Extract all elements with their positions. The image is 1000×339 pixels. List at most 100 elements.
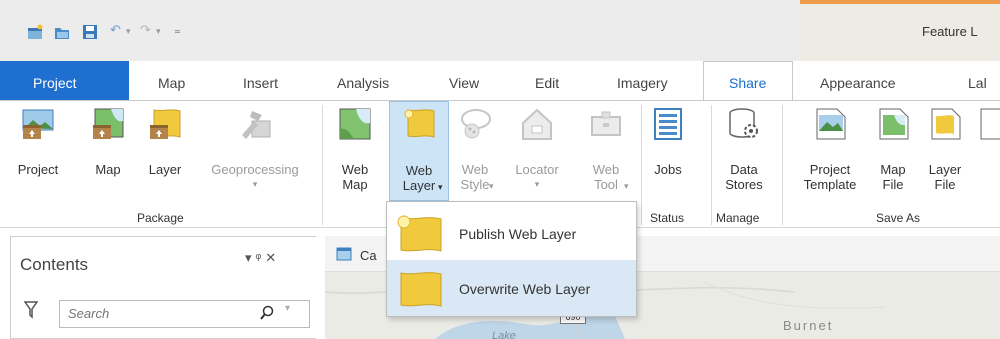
web-layer-label-1: Web	[405, 163, 433, 178]
layer-file-label-2: File	[934, 177, 956, 192]
web-layer-icon	[402, 107, 436, 144]
save-project-icon[interactable]	[82, 24, 98, 40]
save-as-more-button[interactable]	[978, 107, 1000, 147]
web-map-label-2: Map	[342, 177, 368, 192]
tab-map[interactable]: Map	[158, 75, 185, 91]
web-style-icon	[458, 107, 492, 144]
tab-project[interactable]: Project	[0, 61, 129, 100]
map-label-burnet: Burnet	[783, 318, 834, 333]
map-tab-label[interactable]: Ca	[360, 248, 377, 263]
web-map-button[interactable]: Web Map	[333, 107, 377, 192]
layer-label: Layer	[148, 162, 182, 177]
save-as-group-label: Save As	[876, 211, 921, 225]
layer-file-icon	[928, 107, 962, 144]
jobs-button[interactable]: Jobs	[646, 107, 690, 187]
web-style-label-1: Web	[461, 162, 489, 177]
geoprocessing-label: Geoprocessing	[211, 162, 299, 177]
tab-view[interactable]: View	[449, 75, 479, 91]
map-file-button[interactable]: Map File	[875, 107, 911, 192]
map-file-label-1: Map	[880, 162, 906, 177]
web-layer-dropdown-menu: Publish Web Layer Overwrite Web Layer	[386, 201, 637, 317]
customize-toolbar-icon[interactable]: ₌	[174, 22, 181, 38]
layer-package-icon	[148, 107, 182, 144]
web-tool-label-1: Web	[592, 162, 620, 177]
manage-group-label: Manage	[716, 211, 760, 225]
group-separator	[641, 105, 642, 225]
tab-share[interactable]: Share	[703, 61, 793, 101]
group-separator	[782, 105, 783, 225]
geoprocessing-dropdown-icon: ▾	[252, 179, 258, 189]
map-label: Map	[95, 162, 121, 177]
file-icon	[978, 107, 1000, 144]
contextual-tab-header: Feature L	[800, 0, 1000, 61]
locator-label: Locator	[515, 162, 559, 177]
title-bar: ↶ ▾ ↷ ▾ ₌ Feature L	[0, 0, 1000, 61]
new-project-icon[interactable]	[27, 24, 43, 40]
locator-icon	[520, 107, 554, 144]
search-field[interactable]: ▾	[59, 300, 310, 328]
package-layer-button[interactable]: Layer	[141, 107, 189, 187]
group-separator	[322, 105, 323, 225]
web-tool-dropdown-icon: ▾	[624, 181, 629, 191]
project-template-icon	[813, 107, 847, 144]
jobs-icon	[651, 107, 685, 144]
search-icon[interactable]	[259, 305, 275, 324]
contents-title: Contents	[20, 255, 89, 274]
map-file-label-2: File	[882, 177, 904, 192]
layer-file-button[interactable]: Layer File	[925, 107, 965, 192]
project-template-label-1: Project	[809, 162, 851, 177]
overwrite-web-layer-item[interactable]: Overwrite Web Layer	[387, 260, 636, 316]
search-input[interactable]	[68, 306, 238, 321]
search-dropdown-icon[interactable]: ▾	[285, 303, 290, 314]
web-map-icon	[338, 107, 372, 144]
pane-options-icon[interactable]: ▾	[245, 250, 256, 265]
status-group-label: Status	[650, 211, 685, 225]
project-template-label-2: Template	[803, 177, 857, 192]
map-tab-icon	[336, 247, 352, 264]
package-geoprocessing-button[interactable]: Geoprocessing ▾	[196, 107, 314, 197]
tab-edit[interactable]: Edit	[535, 75, 559, 91]
jobs-label: Jobs	[654, 162, 682, 177]
publish-web-layer-label: Publish Web Layer	[459, 226, 577, 242]
project-package-icon	[21, 107, 55, 144]
package-group-label: Package	[137, 211, 184, 225]
map-file-icon	[876, 107, 910, 144]
group-separator	[711, 105, 712, 225]
overwrite-web-layer-icon	[395, 269, 443, 312]
geoprocessing-package-icon	[238, 107, 272, 144]
layer-file-label-1: Layer	[928, 162, 962, 177]
context-title: Feature L	[922, 24, 978, 39]
project-template-button[interactable]: Project Template	[794, 107, 866, 192]
redo-dropdown-icon[interactable]: ▾	[156, 26, 161, 37]
pin-icon[interactable]: ᵠ	[256, 250, 266, 265]
tab-imagery[interactable]: Imagery	[617, 75, 668, 91]
open-project-icon[interactable]	[54, 24, 70, 40]
web-style-dropdown-icon: ▾	[489, 181, 494, 191]
tab-appearance[interactable]: Appearance	[820, 75, 896, 91]
tab-insert[interactable]: Insert	[243, 75, 278, 91]
undo-icon[interactable]: ↶	[110, 22, 121, 38]
close-icon[interactable]: ✕	[265, 250, 280, 265]
data-stores-label-1: Data	[730, 162, 758, 177]
data-stores-button[interactable]: Data Stores	[716, 107, 772, 192]
locator-button[interactable]: Locator ▾	[510, 107, 564, 197]
undo-dropdown-icon[interactable]: ▾	[126, 26, 131, 37]
overwrite-web-layer-label: Overwrite Web Layer	[459, 281, 591, 297]
publish-web-layer-icon	[395, 214, 443, 257]
data-stores-icon	[727, 107, 761, 144]
web-tool-button[interactable]: Web Tool ▾	[580, 107, 632, 192]
tab-labeling[interactable]: Lal	[968, 75, 987, 91]
package-project-button[interactable]: Project	[14, 107, 62, 187]
map-label-lake: Lake	[492, 330, 516, 339]
web-layer-dropdown-icon: ▾	[438, 182, 443, 192]
web-style-button[interactable]: Web Style ▾	[453, 107, 497, 192]
redo-icon[interactable]: ↷	[140, 22, 151, 38]
tab-analysis[interactable]: Analysis	[337, 75, 389, 91]
publish-web-layer-item[interactable]: Publish Web Layer	[387, 205, 636, 261]
web-layer-button[interactable]: Web Layer ▾	[389, 101, 449, 201]
package-map-button[interactable]: Map	[88, 107, 128, 187]
filter-icon[interactable]	[23, 301, 39, 322]
web-map-label-1: Web	[341, 162, 369, 177]
locator-dropdown-icon: ▾	[534, 179, 540, 189]
web-tool-icon	[589, 107, 623, 144]
